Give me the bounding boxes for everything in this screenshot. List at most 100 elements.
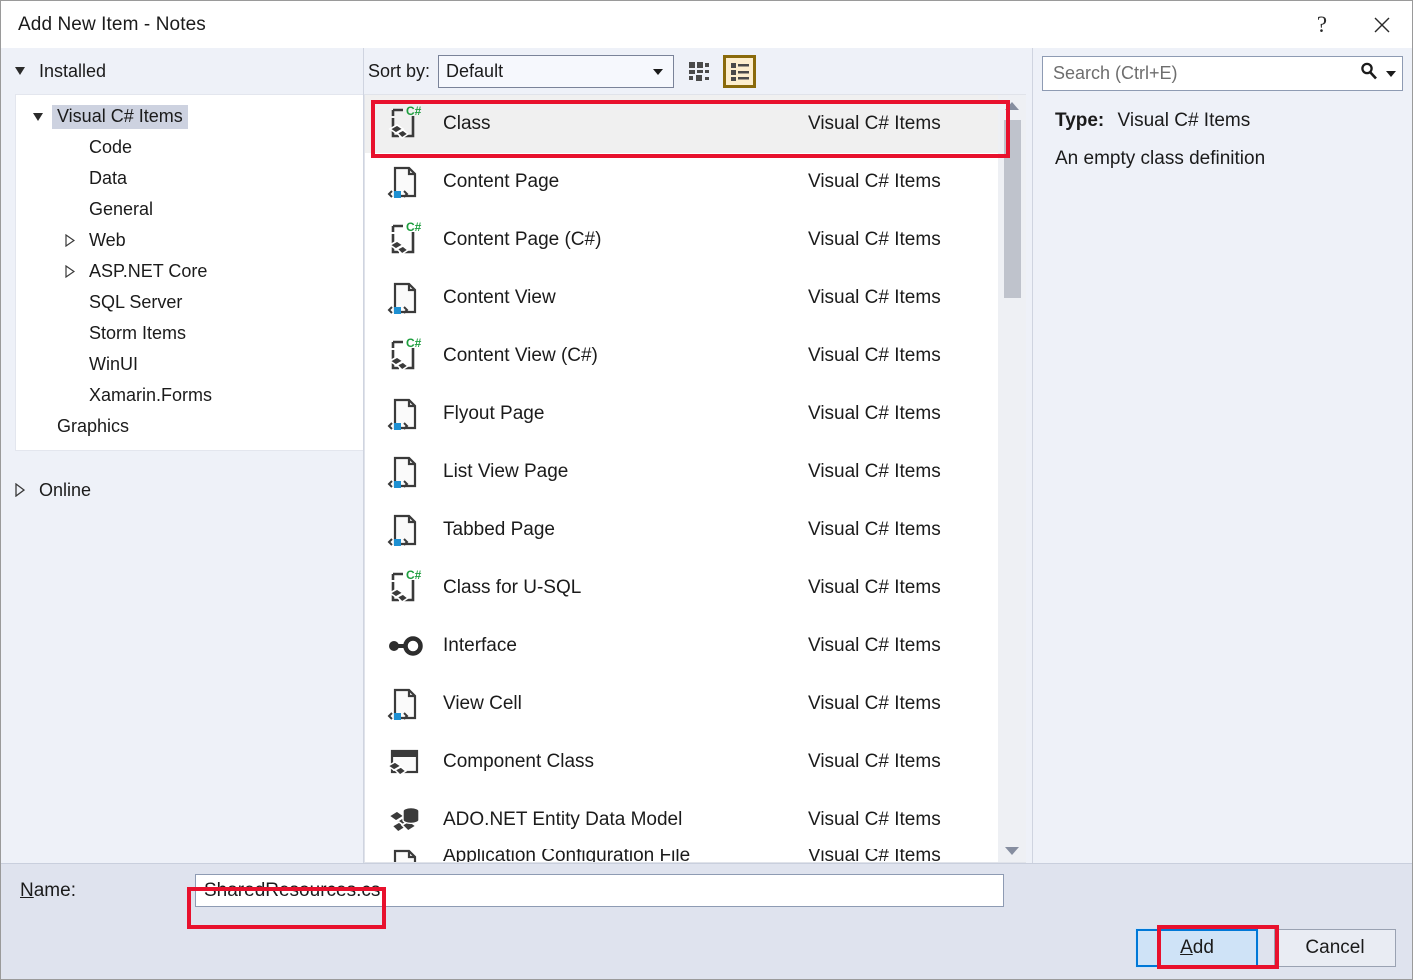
list-item[interactable]: Interface Visual C# Items [365, 617, 998, 675]
medium-icons-view-button[interactable] [682, 55, 715, 88]
sidebar-item-winui[interactable]: WinUI [16, 349, 363, 380]
list-item[interactable]: View Cell Visual C# Items [365, 675, 998, 733]
list-item-category: Visual C# Items [808, 751, 998, 773]
chevron-down-icon [653, 69, 663, 75]
list-item[interactable]: C# Content Page (C#) Visual C# Items [365, 211, 998, 269]
name-input[interactable]: SharedResources.cs [195, 874, 1004, 907]
list-item-name: Flyout Page [431, 403, 808, 425]
list-item[interactable]: Content View Visual C# Items [365, 269, 998, 327]
list-item[interactable]: C# Content View (C#) Visual C# Items [365, 327, 998, 385]
sidebar-group-online[interactable]: Online [1, 467, 363, 513]
config-file-icon [379, 849, 431, 863]
sidebar-group-installed-label: Installed [39, 61, 106, 82]
entity-model-icon [379, 800, 431, 840]
list-item-name: Content View (C#) [431, 345, 808, 367]
list-item-category: Visual C# Items [808, 809, 998, 831]
cancel-button[interactable]: Cancel [1274, 929, 1396, 967]
cancel-button-label: Cancel [1305, 937, 1364, 959]
main-content: Sort by: Default [364, 48, 1032, 863]
list-item-category: Visual C# Items [808, 577, 998, 599]
list-item[interactable]: C# Class for U-SQL Visual C# Items [365, 559, 998, 617]
sidebar-item-code[interactable]: Code [16, 132, 363, 163]
xaml-page-icon [379, 394, 431, 434]
sidebar-item-web[interactable]: Web [16, 225, 363, 256]
list-item-category: Visual C# Items [808, 229, 998, 251]
list-item[interactable]: Component Class Visual C# Items [365, 733, 998, 791]
sidebar-item-label: Xamarin.Forms [84, 384, 217, 408]
sidebar-item-general[interactable]: General [16, 194, 363, 225]
chevron-down-icon[interactable] [1386, 71, 1396, 77]
name-input-value: SharedResources.cs [204, 880, 380, 902]
list-item-category: Visual C# Items [808, 287, 998, 309]
detail-description-text: An empty class definition [1055, 148, 1412, 170]
chevron-right-icon [56, 265, 84, 278]
help-button[interactable]: ? [1292, 1, 1352, 48]
chevron-down-icon [15, 67, 25, 75]
sort-by-value: Default [446, 61, 503, 82]
list-item-name: View Cell [431, 693, 808, 715]
list-view-icon [730, 61, 750, 81]
xaml-page-icon [379, 510, 431, 550]
search-container: Search (Ctrl+E) [1033, 48, 1412, 94]
list-view-button[interactable] [723, 55, 756, 88]
list-item-name: Content Page (C#) [431, 229, 808, 251]
list-item[interactable]: List View Page Visual C# Items [365, 443, 998, 501]
sidebar-item-aspnet-core[interactable]: ASP.NET Core [16, 256, 363, 287]
window-controls: ? [1292, 1, 1412, 48]
sidebar-item-sql-server[interactable]: SQL Server [16, 287, 363, 318]
xaml-page-icon [379, 452, 431, 492]
list-toolbar: Sort by: Default [364, 48, 1032, 94]
list-item-name: ADO.NET Entity Data Model [431, 809, 808, 831]
sort-by-dropdown[interactable]: Default [438, 55, 674, 88]
list-item-category: Visual C# Items [808, 519, 998, 541]
scrollbar-thumb[interactable] [1004, 120, 1021, 298]
search-icon [1359, 61, 1379, 86]
list-item-name: Content Page [431, 171, 808, 193]
close-icon [1372, 15, 1392, 35]
list-item[interactable]: C# Class Visual C# Items [365, 95, 998, 153]
sidebar-item-label: ASP.NET Core [84, 260, 212, 284]
sidebar-item-data[interactable]: Data [16, 163, 363, 194]
sort-by-label: Sort by: [368, 61, 430, 82]
item-description: Type: Visual C# Items An empty class def… [1033, 94, 1412, 170]
sidebar-item-label: Data [84, 167, 132, 191]
xaml-page-icon [379, 162, 431, 202]
list-item[interactable]: Application Configuration File Visual C#… [365, 849, 998, 863]
sidebar-item-label: WinUI [84, 353, 143, 377]
list-item[interactable]: ADO.NET Entity Data Model Visual C# Item… [365, 791, 998, 849]
search-input[interactable]: Search (Ctrl+E) [1053, 63, 1359, 84]
close-button[interactable] [1352, 1, 1412, 48]
sidebar-item-graphics[interactable]: Graphics [16, 411, 363, 442]
list-item-name: Component Class [431, 751, 808, 773]
list-item-category: Visual C# Items [808, 403, 998, 425]
list-scrollbar[interactable] [998, 94, 1026, 863]
list-item[interactable]: Content Page Visual C# Items [365, 153, 998, 211]
page-title: Add New Item - Notes [18, 14, 206, 36]
sidebar: Installed Visual C# Items Code Data Ge [1, 48, 364, 863]
sidebar-item-storm-items[interactable]: Storm Items [16, 318, 363, 349]
list-item[interactable]: Flyout Page Visual C# Items [365, 385, 998, 443]
list-item-name: Application Configuration File [431, 849, 808, 863]
chevron-right-icon [56, 234, 84, 247]
add-button[interactable]: Add [1136, 929, 1258, 967]
button-row: Add Cancel [1, 917, 1412, 979]
search-box[interactable]: Search (Ctrl+E) [1042, 56, 1403, 91]
scroll-up-button[interactable] [998, 95, 1026, 117]
scroll-down-button[interactable] [998, 840, 1026, 862]
csharp-class-icon: C# [379, 220, 431, 260]
add-new-item-dialog: Add New Item - Notes ? Installed [0, 0, 1413, 980]
sidebar-item-visual-csharp-items[interactable]: Visual C# Items [16, 101, 363, 132]
sidebar-item-label: Web [84, 229, 131, 253]
detail-type-value: Visual C# Items [1118, 110, 1251, 131]
csharp-class-icon: C# [379, 336, 431, 376]
detail-type-label: Type: [1055, 110, 1104, 131]
dialog-footer: Name: SharedResources.cs Add Cancel [1, 863, 1412, 979]
csharp-class-icon: C# [379, 568, 431, 608]
list-item[interactable]: Tabbed Page Visual C# Items [365, 501, 998, 559]
sidebar-group-installed[interactable]: Installed [1, 48, 363, 94]
sidebar-item-xamarin-forms[interactable]: Xamarin.Forms [16, 380, 363, 411]
name-row: Name: SharedResources.cs [1, 864, 1412, 917]
details-panel: Search (Ctrl+E) Type: Visual C# Items An [1032, 48, 1412, 863]
list-item-category: Visual C# Items [808, 113, 998, 135]
question-mark-icon: ? [1317, 13, 1327, 36]
